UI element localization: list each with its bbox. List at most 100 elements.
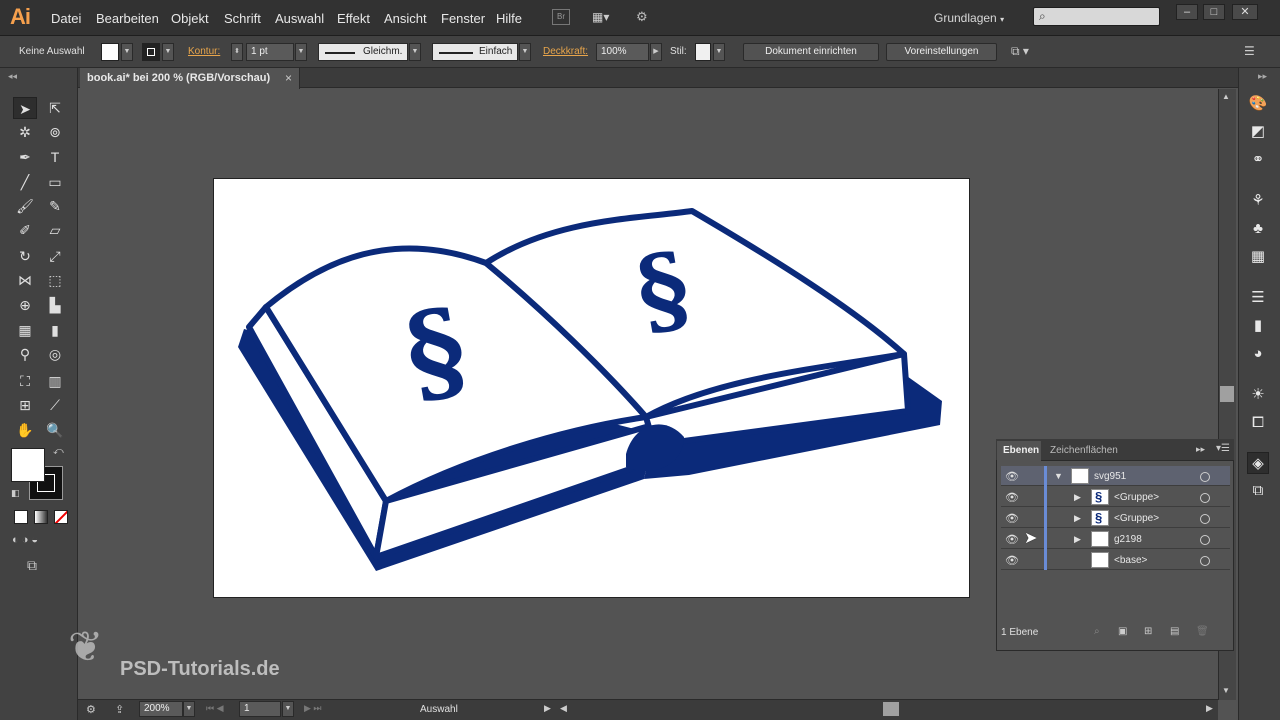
screen-mode-icon[interactable]: ⧉ <box>27 557 37 574</box>
graphic-styles-icon[interactable]: ⧠ <box>1247 412 1269 434</box>
lasso-tool-icon[interactable]: ⊚ <box>43 121 67 143</box>
default-colors-icon[interactable]: ◧ <box>11 488 20 499</box>
layers-panel-icon[interactable]: ◈ <box>1247 452 1269 474</box>
arrange-icon[interactable]: ⧉ ▾ <box>1011 44 1029 59</box>
symbols-icon[interactable]: ♣ <box>1247 218 1269 240</box>
vertical-scroll-thumb[interactable] <box>1220 386 1234 402</box>
collapse-toolbar-icon[interactable]: ◂◂ <box>8 71 17 82</box>
rotate-tool-icon[interactable]: ↻ <box>13 245 37 267</box>
artboard-dropdown[interactable]: ▼ <box>282 701 294 717</box>
menu-objekt[interactable]: Objekt <box>171 11 209 26</box>
menu-effekt[interactable]: Effekt <box>337 11 370 26</box>
layers-menu-icon[interactable]: ▾☰ <box>1216 443 1230 454</box>
artboard-number-field[interactable]: 1 <box>239 701 281 717</box>
paintbrush-tool-icon[interactable]: 🖌 <box>13 195 37 217</box>
hand-tool-icon[interactable]: ✋ <box>13 419 37 441</box>
drawing-modes-icon[interactable]: ◐ ◑ ◒ <box>12 534 70 550</box>
gradient-tool-icon[interactable]: ▮ <box>43 319 67 341</box>
zoom-tool-icon[interactable]: 🔍 <box>43 419 67 441</box>
close-window-button[interactable]: ✕ <box>1232 4 1258 20</box>
brush-select[interactable]: Einfach <box>432 43 518 61</box>
target-circle-icon[interactable] <box>1200 535 1210 545</box>
color-mode-icon[interactable] <box>14 510 28 524</box>
expand-triangle-icon[interactable]: ▼ <box>1054 471 1063 481</box>
gradient-mode-icon[interactable] <box>34 510 48 524</box>
none-mode-icon[interactable] <box>54 510 68 524</box>
zoom-dropdown[interactable]: ▼ <box>183 701 195 717</box>
pencil-tool-icon[interactable]: ✎ <box>43 195 67 217</box>
visibility-eye-icon[interactable]: 👁 <box>1005 512 1019 525</box>
slice-tool-icon[interactable]: ⟋ <box>43 394 67 416</box>
magic-wand-tool-icon[interactable]: ✲ <box>13 121 37 143</box>
search-input[interactable]: ⌕ <box>1033 7 1160 26</box>
menu-hilfe[interactable]: Hilfe <box>496 11 522 26</box>
visibility-eye-icon[interactable]: 👁 <box>1005 554 1019 567</box>
opacity-link[interactable]: Deckkraft: <box>543 46 588 57</box>
tab-artboards[interactable]: Zeichenflächen <box>1050 445 1118 456</box>
preferences-button[interactable]: Voreinstellungen <box>886 43 997 61</box>
bridge-button[interactable]: Br <box>552 9 570 25</box>
expand-triangle-icon[interactable]: ▶ <box>1074 492 1081 503</box>
new-sublayer-icon[interactable]: ⊞ <box>1144 626 1152 637</box>
menu-auswahl[interactable]: Auswahl <box>275 11 324 26</box>
horizontal-scroll-thumb[interactable] <box>883 702 899 716</box>
blend-tool-icon[interactable]: ◎ <box>43 343 67 365</box>
selection-tool-icon[interactable]: ➤ <box>13 97 37 119</box>
stroke-panel-icon[interactable]: ☰ <box>1247 287 1269 309</box>
status-options-icon[interactable]: ⚙ <box>86 703 96 716</box>
zoom-field[interactable]: 200% <box>139 701 183 717</box>
brushes-icon[interactable]: ⚘ <box>1247 190 1269 212</box>
appearance-icon[interactable]: ☀ <box>1247 384 1269 406</box>
eraser-tool-icon[interactable]: ▱ <box>43 219 67 241</box>
direct-selection-tool-icon[interactable]: ⇱ <box>43 97 67 119</box>
fill-swatch[interactable] <box>101 43 119 61</box>
stroke-swatch[interactable] <box>142 43 160 61</box>
target-circle-icon[interactable] <box>1200 472 1210 482</box>
menu-ansicht[interactable]: Ansicht <box>384 11 427 26</box>
menu-fenster[interactable]: Fenster <box>441 11 485 26</box>
collapse-panel-icon[interactable]: ▸▸ <box>1196 444 1205 455</box>
status-menu-arrow[interactable]: ▶ <box>544 703 551 714</box>
expand-triangle-icon[interactable]: ▶ <box>1074 513 1081 524</box>
delete-layer-icon[interactable]: 🗑 <box>1196 626 1209 637</box>
opacity-field[interactable]: 100% <box>596 43 649 61</box>
color-guide-icon[interactable]: ◩ <box>1247 121 1269 143</box>
scale-tool-icon[interactable]: ⤢ <box>43 245 67 267</box>
locate-object-icon[interactable]: ⌕ <box>1094 626 1100 637</box>
maximize-button[interactable]: □ <box>1203 4 1225 20</box>
style-dropdown[interactable]: ▼ <box>713 43 725 61</box>
menu-schrift[interactable]: Schrift <box>224 11 261 26</box>
artboard-tool-icon[interactable]: ⊞ <box>13 394 37 416</box>
target-circle-icon[interactable] <box>1200 493 1210 503</box>
swatches-grid-icon[interactable]: ▦ <box>1247 246 1269 268</box>
gpu-performance-icon[interactable]: ⚙ <box>636 9 656 27</box>
style-swatch[interactable] <box>695 43 711 61</box>
stroke-weight-field[interactable]: 1 pt <box>246 43 294 61</box>
opacity-dropdown[interactable]: ▶ <box>650 43 662 61</box>
target-circle-icon[interactable] <box>1200 556 1210 566</box>
stroke-weight-dropdown[interactable]: ▼ <box>295 43 307 61</box>
book-illustration[interactable]: § § <box>214 179 971 599</box>
expand-dock-icon[interactable]: ▸▸ <box>1258 71 1267 82</box>
color-panel-icon[interactable]: 🎨 <box>1247 93 1269 115</box>
transparency-icon[interactable]: ◕ <box>1247 343 1269 365</box>
width-tool-icon[interactable]: ⋈ <box>13 269 37 291</box>
new-layer-icon[interactable]: ▤ <box>1170 626 1179 637</box>
rectangle-tool-icon[interactable]: ▭ <box>43 171 67 193</box>
close-tab-icon[interactable]: × <box>285 71 292 85</box>
cc-libraries-icon[interactable]: ⚭ <box>1247 149 1269 171</box>
artboard[interactable]: § § <box>213 178 970 598</box>
type-tool-icon[interactable]: T <box>43 146 67 168</box>
stroke-link[interactable]: Kontur: <box>188 46 220 57</box>
eyedropper-tool-icon[interactable]: ⚲ <box>13 343 37 365</box>
visibility-eye-icon[interactable]: 👁 <box>1005 533 1019 546</box>
artboards-panel-icon[interactable]: ⧉ <box>1247 480 1269 502</box>
gradient-panel-icon[interactable]: ▮ <box>1247 315 1269 337</box>
last-artboard-icon[interactable]: ▶ ⏭ <box>304 703 322 714</box>
brush-dropdown[interactable]: ▼ <box>519 43 531 61</box>
document-setup-button[interactable]: Dokument einrichten <box>743 43 879 61</box>
workspace-switcher[interactable]: Grundlagen ▾ <box>934 11 1004 25</box>
fill-color-front[interactable] <box>11 448 45 482</box>
swap-colors-icon[interactable]: ⤺ <box>53 446 64 457</box>
stroke-weight-stepper[interactable]: ⬍ <box>231 43 243 61</box>
